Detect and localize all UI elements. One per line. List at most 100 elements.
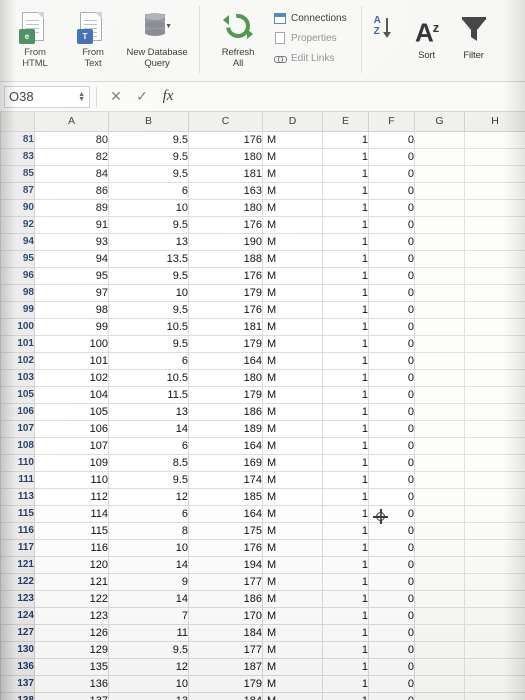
fx-icon[interactable]: fx xyxy=(155,88,181,105)
cell-D102[interactable]: M xyxy=(262,351,323,370)
cell-G99[interactable] xyxy=(414,300,465,319)
cell-H103[interactable] xyxy=(464,368,525,387)
cell-C124[interactable]: 170 xyxy=(188,606,263,625)
cell-F81[interactable]: 0 xyxy=(368,130,415,149)
cell-E81[interactable]: 1 xyxy=(322,130,369,149)
cell-E124[interactable]: 1 xyxy=(322,606,369,625)
cell-D100[interactable]: M xyxy=(262,317,323,336)
cell-F123[interactable]: 0 xyxy=(368,589,415,608)
row-header[interactable]: 137 xyxy=(0,674,35,693)
row-header[interactable]: 90 xyxy=(0,198,35,217)
cell-D122[interactable]: M xyxy=(262,572,323,591)
cell-C113[interactable]: 185 xyxy=(188,487,263,506)
cell-G95[interactable] xyxy=(414,249,465,268)
cell-D123[interactable]: M xyxy=(262,589,323,608)
cell-F116[interactable]: 0 xyxy=(368,521,415,540)
cell-E107[interactable]: 1 xyxy=(322,419,369,438)
cell-A105[interactable]: 104 xyxy=(34,385,109,404)
cell-A123[interactable]: 122 xyxy=(34,589,109,608)
cell-G81[interactable] xyxy=(414,130,465,149)
cell-F101[interactable]: 0 xyxy=(368,334,415,353)
cell-G92[interactable] xyxy=(414,215,465,234)
cell-E108[interactable]: 1 xyxy=(322,436,369,455)
cell-E115[interactable]: 1 xyxy=(322,504,369,523)
cell-H121[interactable] xyxy=(464,555,525,574)
cell-F102[interactable]: 0 xyxy=(368,351,415,370)
column-header-G[interactable]: G xyxy=(414,112,465,132)
cell-A100[interactable]: 99 xyxy=(34,317,109,336)
cell-H105[interactable] xyxy=(464,385,525,404)
cell-A102[interactable]: 101 xyxy=(34,351,109,370)
cell-F87[interactable]: 0 xyxy=(368,181,415,200)
cell-F136[interactable]: 0 xyxy=(368,657,415,676)
cell-C105[interactable]: 179 xyxy=(188,385,263,404)
cell-D90[interactable]: M xyxy=(262,198,323,217)
row-header[interactable]: 92 xyxy=(0,215,35,234)
cell-G108[interactable] xyxy=(414,436,465,455)
cell-E94[interactable]: 1 xyxy=(322,232,369,251)
row-header[interactable]: 130 xyxy=(0,640,35,659)
cell-D106[interactable]: M xyxy=(262,402,323,421)
cell-H110[interactable] xyxy=(464,453,525,472)
cell-G122[interactable] xyxy=(414,572,465,591)
cell-F100[interactable]: 0 xyxy=(368,317,415,336)
cell-F115[interactable]: 0 xyxy=(368,504,415,523)
row-header[interactable]: 117 xyxy=(0,538,35,557)
row-header[interactable]: 95 xyxy=(0,249,35,268)
cell-B90[interactable]: 10 xyxy=(108,198,189,217)
cell-D92[interactable]: M xyxy=(262,215,323,234)
cell-D124[interactable]: M xyxy=(262,606,323,625)
cell-G94[interactable] xyxy=(414,232,465,251)
cell-C96[interactable]: 176 xyxy=(188,266,263,285)
cell-G103[interactable] xyxy=(414,368,465,387)
row-header[interactable]: 83 xyxy=(0,147,35,166)
cell-E90[interactable]: 1 xyxy=(322,198,369,217)
cell-A117[interactable]: 116 xyxy=(34,538,109,557)
cell-G96[interactable] xyxy=(414,266,465,285)
cell-A96[interactable]: 95 xyxy=(34,266,109,285)
cell-H113[interactable] xyxy=(464,487,525,506)
cell-D115[interactable]: M xyxy=(262,504,323,523)
cell-B136[interactable]: 12 xyxy=(108,657,189,676)
cell-E99[interactable]: 1 xyxy=(322,300,369,319)
cell-A90[interactable]: 89 xyxy=(34,198,109,217)
cell-G115[interactable] xyxy=(414,504,465,523)
cell-B95[interactable]: 13.5 xyxy=(108,249,189,268)
cell-F106[interactable]: 0 xyxy=(368,402,415,421)
cell-D107[interactable]: M xyxy=(262,419,323,438)
cell-G123[interactable] xyxy=(414,589,465,608)
formula-input[interactable] xyxy=(181,86,525,108)
cell-A124[interactable]: 123 xyxy=(34,606,109,625)
cell-C123[interactable]: 186 xyxy=(188,589,263,608)
cell-B102[interactable]: 6 xyxy=(108,351,189,370)
cell-H94[interactable] xyxy=(464,232,525,251)
cell-G90[interactable] xyxy=(414,198,465,217)
cell-D105[interactable]: M xyxy=(262,385,323,404)
cell-F124[interactable]: 0 xyxy=(368,606,415,625)
cell-F99[interactable]: 0 xyxy=(368,300,415,319)
cell-H130[interactable] xyxy=(464,640,525,659)
cell-C99[interactable]: 176 xyxy=(188,300,263,319)
cell-D103[interactable]: M xyxy=(262,368,323,387)
cancel-icon[interactable]: ✕ xyxy=(103,88,129,105)
cell-H81[interactable] xyxy=(464,130,525,149)
cell-A111[interactable]: 110 xyxy=(34,470,109,489)
cell-E95[interactable]: 1 xyxy=(322,249,369,268)
cell-C138[interactable]: 184 xyxy=(188,691,263,700)
column-header-H[interactable]: H xyxy=(464,112,525,132)
cell-F92[interactable]: 0 xyxy=(368,215,415,234)
row-header[interactable]: 122 xyxy=(0,572,35,591)
cell-A95[interactable]: 94 xyxy=(34,249,109,268)
cell-A113[interactable]: 112 xyxy=(34,487,109,506)
column-header-A[interactable]: A xyxy=(34,112,109,132)
cell-E105[interactable]: 1 xyxy=(322,385,369,404)
cell-B115[interactable]: 6 xyxy=(108,504,189,523)
cell-G100[interactable] xyxy=(414,317,465,336)
row-header[interactable]: 107 xyxy=(0,419,35,438)
cell-E100[interactable]: 1 xyxy=(322,317,369,336)
cell-D83[interactable]: M xyxy=(262,147,323,166)
cell-F90[interactable]: 0 xyxy=(368,198,415,217)
cell-G116[interactable] xyxy=(414,521,465,540)
cell-A127[interactable]: 126 xyxy=(34,623,109,642)
cell-E117[interactable]: 1 xyxy=(322,538,369,557)
